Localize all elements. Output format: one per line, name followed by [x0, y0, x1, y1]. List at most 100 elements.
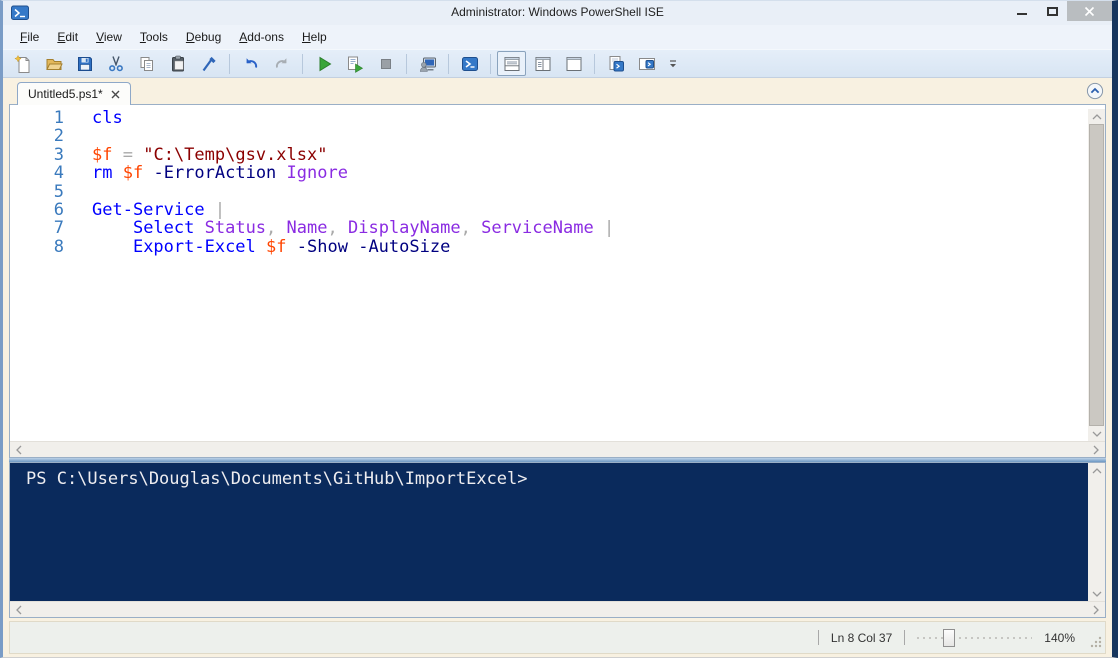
- open-script-icon: [45, 55, 63, 73]
- zoom-slider-thumb[interactable]: [943, 629, 955, 647]
- script-pane: 12345678 cls $f = "C:\Temp\gsv.xlsx"rm $…: [9, 104, 1106, 458]
- close-button[interactable]: [1067, 1, 1112, 21]
- collapse-script-pane-button[interactable]: [1086, 82, 1104, 100]
- script-pane-maximized-icon: [565, 55, 583, 73]
- toolbar-separator: [594, 54, 595, 74]
- zoom-slider[interactable]: [917, 629, 1032, 647]
- copy-button[interactable]: [132, 51, 161, 76]
- maximize-button[interactable]: [1037, 1, 1067, 21]
- redo-button[interactable]: [267, 51, 296, 76]
- scroll-down-button[interactable]: [1088, 426, 1105, 441]
- clear-console-icon: [200, 55, 218, 73]
- menu-debug[interactable]: Debug: [177, 27, 230, 47]
- toolbar-separator: [302, 54, 303, 74]
- cut-button[interactable]: [101, 51, 130, 76]
- show-command-window-button[interactable]: [632, 51, 661, 76]
- toolbar-overflow-button[interactable]: [665, 53, 681, 75]
- console-horizontal-scrollbar[interactable]: [10, 601, 1105, 617]
- menu-file[interactable]: File: [11, 27, 48, 47]
- scroll-left-button[interactable]: [14, 447, 24, 453]
- tab-close-button[interactable]: [110, 88, 122, 100]
- minimize-button[interactable]: [1007, 1, 1037, 21]
- run-script-icon: [315, 55, 333, 73]
- new-script-button[interactable]: [8, 51, 37, 76]
- statusbar-separator: [904, 630, 905, 645]
- cursor-position: Ln 8 Col 37: [831, 631, 892, 645]
- window-controls: [1007, 1, 1112, 23]
- scroll-right-button[interactable]: [1091, 607, 1101, 613]
- menu-view[interactable]: View: [87, 27, 131, 47]
- line-numbers: 12345678: [10, 109, 64, 441]
- tab-label: Untitled5.ps1*: [28, 87, 103, 101]
- tab-untitled5[interactable]: Untitled5.ps1*: [17, 82, 131, 105]
- show-script-pane-top-button[interactable]: [497, 51, 526, 76]
- zoom-slider-track: [917, 637, 1032, 639]
- open-script-button[interactable]: [39, 51, 68, 76]
- menu-add-ons[interactable]: Add-ons: [230, 27, 293, 47]
- chevron-right-icon: [1093, 605, 1099, 615]
- scroll-up-button[interactable]: [1088, 109, 1105, 124]
- paste-icon: [169, 55, 187, 73]
- show-script-pane-maximized-button[interactable]: [559, 51, 588, 76]
- script-pane-top-icon: [503, 55, 521, 73]
- new-powershell-tab-button[interactable]: [601, 51, 630, 76]
- save-button[interactable]: [70, 51, 99, 76]
- editor-horizontal-scrollbar[interactable]: [10, 441, 1105, 457]
- toolbar-separator: [406, 54, 407, 74]
- maximize-icon: [1047, 7, 1058, 16]
- stop-operation-icon: [377, 55, 395, 73]
- menu-bar: File Edit View Tools Debug Add-ons Help: [3, 25, 1112, 49]
- new-powershell-tab-icon: [607, 55, 625, 73]
- close-icon: [1084, 6, 1095, 17]
- menu-tools[interactable]: Tools: [131, 27, 177, 47]
- undo-button[interactable]: [236, 51, 265, 76]
- powershell-ise-window: Administrator: Windows PowerShell ISE Fi…: [0, 0, 1118, 658]
- window-title: Administrator: Windows PowerShell ISE: [3, 5, 1112, 19]
- cut-icon: [107, 55, 125, 73]
- show-script-pane-right-button[interactable]: [528, 51, 557, 76]
- console-output[interactable]: PS C:\Users\Douglas\Documents\GitHub\Imp…: [10, 463, 1088, 601]
- undo-icon: [242, 55, 260, 73]
- zoom-level: 140%: [1044, 631, 1075, 645]
- chevron-down-icon: [1092, 431, 1102, 437]
- paste-button[interactable]: [163, 51, 192, 76]
- toolbar-separator: [229, 54, 230, 74]
- copy-icon: [138, 55, 156, 73]
- start-powershell-button[interactable]: [455, 51, 484, 76]
- status-bar: Ln 8 Col 37 140%: [9, 621, 1106, 654]
- resize-grip[interactable]: [1089, 635, 1102, 651]
- chevron-left-icon: [16, 445, 22, 455]
- scroll-left-button[interactable]: [14, 607, 24, 613]
- script-pane-right-icon: [534, 55, 552, 73]
- clear-console-button[interactable]: [194, 51, 223, 76]
- close-icon: [111, 90, 120, 99]
- console-prompt: PS C:\Users\Douglas\Documents\GitHub\Imp…: [26, 470, 1088, 489]
- scroll-down-button[interactable]: [1088, 586, 1105, 601]
- console-pane: PS C:\Users\Douglas\Documents\GitHub\Imp…: [9, 462, 1106, 618]
- scrollbar-thumb[interactable]: [1089, 124, 1104, 426]
- run-selection-button[interactable]: [340, 51, 369, 76]
- menu-help[interactable]: Help: [293, 27, 336, 47]
- statusbar-separator: [818, 630, 819, 645]
- minimize-icon: [1017, 13, 1027, 15]
- menu-edit[interactable]: Edit: [48, 27, 87, 47]
- resize-grip-icon: [1089, 635, 1102, 648]
- chevron-up-icon: [1092, 468, 1102, 474]
- editor-scroll-region: 12345678 cls $f = "C:\Temp\gsv.xlsx"rm $…: [10, 105, 1105, 441]
- scroll-right-button[interactable]: [1091, 447, 1101, 453]
- title-bar: Administrator: Windows PowerShell ISE: [3, 1, 1112, 25]
- code-lines[interactable]: cls $f = "C:\Temp\gsv.xlsx"rm $f -ErrorA…: [92, 109, 1088, 441]
- scroll-up-button[interactable]: [1088, 463, 1105, 478]
- new-remote-powershell-tab-button[interactable]: [413, 51, 442, 76]
- save-icon: [76, 55, 94, 73]
- stop-operation-button[interactable]: [371, 51, 400, 76]
- new-script-icon: [14, 55, 32, 73]
- redo-icon: [273, 55, 291, 73]
- start-powershell-icon: [461, 55, 479, 73]
- editor-vertical-scrollbar[interactable]: [1088, 109, 1105, 441]
- show-command-window-icon: [638, 55, 656, 73]
- content-frame: Untitled5.ps1* 12345678 cls $f = "C:\Tem…: [3, 78, 1112, 657]
- toolbar-overflow-icon: [668, 58, 678, 70]
- console-vertical-scrollbar[interactable]: [1088, 463, 1105, 601]
- run-script-button[interactable]: [309, 51, 338, 76]
